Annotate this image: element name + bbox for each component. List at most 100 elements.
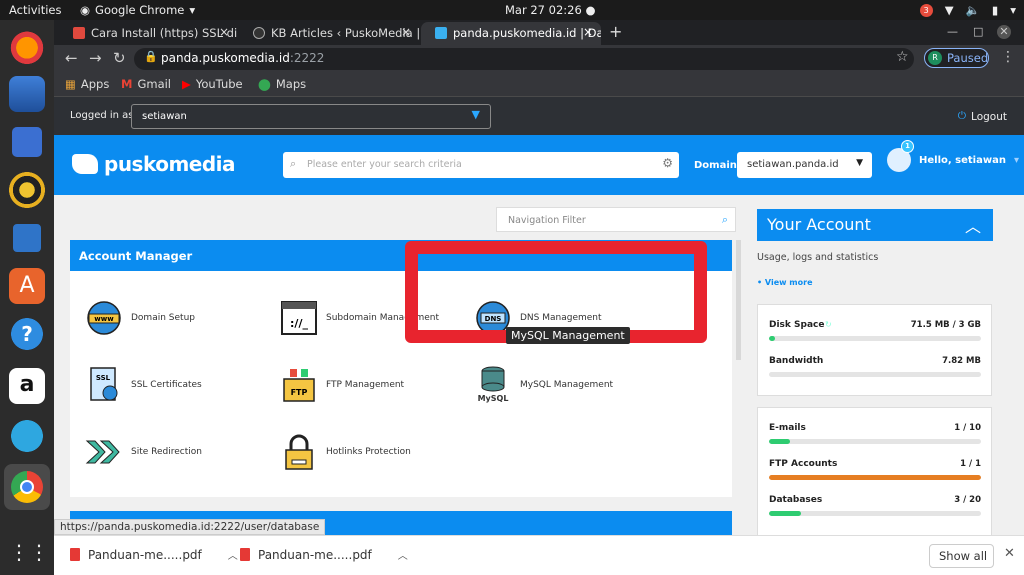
your-account-header[interactable]: Your Account ︿ (757, 209, 993, 241)
stat-bar-fill (769, 336, 776, 341)
gear-icon[interactable]: ⚙ (662, 156, 673, 170)
app-menu[interactable]: ◉ Google Chrome ▾ (80, 3, 195, 17)
app-name: Google Chrome (95, 3, 185, 17)
stat-label: E-mails (769, 423, 806, 433)
user-menu[interactable]: 1 Hello, setiawan ▾ (887, 140, 1019, 172)
search-input[interactable]: ⌕ Please enter your search criteria ⚙ (283, 152, 679, 178)
svg-text:MySQL: MySQL (478, 394, 509, 403)
your-account-subtitle: Usage, logs and statistics (757, 252, 879, 263)
minimize-button[interactable]: — (947, 25, 958, 38)
filter-placeholder: Navigation Filter (508, 215, 586, 226)
site-header: puskomedia ⌕ Please enter your search cri… (54, 135, 1024, 195)
chevron-up-icon[interactable]: ︿ (965, 213, 981, 237)
bookmark-youtube[interactable]: ▶ YouTube (182, 77, 243, 91)
stat-bar (769, 336, 981, 341)
tab-strip: Cara Install (https) SSL di × KB Articles… (54, 20, 1024, 45)
domain-select[interactable]: setiawan.panda.id ▼ (737, 152, 872, 178)
chevron-down-icon: ▼ (471, 108, 480, 121)
thunderbird-icon[interactable] (9, 76, 45, 112)
bookmark-apps[interactable]: ▦ Apps (65, 77, 109, 91)
download-item[interactable]: Panduan-me.....pdf ︿ (240, 547, 408, 562)
ssl-certificates-item[interactable]: SSL SSL Certificates (85, 366, 202, 404)
show-all-button[interactable]: Show all (929, 544, 994, 568)
padlock-icon (280, 433, 318, 471)
tab-ssl-article[interactable]: Cara Install (https) SSL di × (59, 22, 237, 45)
forward-button[interactable]: → (89, 49, 102, 67)
new-tab-button[interactable]: + (609, 22, 622, 41)
stat-bar (769, 439, 981, 444)
mysql-management-item[interactable]: MySQL MySQL Management (474, 366, 613, 404)
rhythmbox-icon[interactable] (9, 172, 45, 208)
logout-link[interactable]: ⏻ Logout (958, 110, 1007, 123)
back-button[interactable]: ← (65, 49, 78, 67)
domain-setup-item[interactable]: www Domain Setup (85, 299, 195, 337)
bookmark-label: YouTube (195, 77, 243, 91)
download-item[interactable]: Panduan-me.....pdf ︿ (70, 547, 238, 562)
user-select-value: setiawan (142, 111, 187, 122)
chevron-up-icon[interactable]: ︿ (398, 547, 408, 562)
user-select[interactable]: setiawan ▼ (131, 104, 491, 129)
logo[interactable]: puskomedia (72, 152, 236, 176)
files-icon[interactable] (9, 124, 45, 160)
telegram-icon[interactable] (9, 418, 45, 454)
navigation-filter-input[interactable]: Navigation Filter ⌕ (496, 207, 736, 232)
page-content: Logged in as setiawan ▼ ⏻ Logout puskomedi… (54, 97, 1024, 535)
site-redirection-item[interactable]: Site Redirection (85, 433, 202, 471)
help-icon[interactable]: ? (9, 316, 45, 352)
svg-text:://_: ://_ (290, 317, 308, 330)
login-bar: Logged in as setiawan ▼ ⏻ Logout (54, 97, 1024, 135)
avatar: R (928, 51, 942, 65)
wordpress-favicon (253, 27, 265, 39)
menu-icon[interactable]: ⋮ (1001, 49, 1015, 65)
download-filename: Panduan-me.....pdf (88, 547, 202, 562)
stat-bar (769, 511, 981, 516)
stat-bar (769, 372, 981, 377)
close-icon[interactable]: × (219, 25, 229, 39)
item-label: MySQL Management (520, 380, 614, 390)
bookmark-star-icon[interactable]: ☆ (896, 49, 909, 65)
bookmark-gmail[interactable]: M Gmail (121, 77, 171, 91)
url-port: :2222 (289, 51, 325, 65)
maximize-button[interactable]: □ (973, 25, 983, 38)
refresh-icon[interactable]: ↻ (825, 320, 832, 329)
close-icon[interactable]: ✕ (1004, 546, 1015, 561)
ftp-management-item[interactable]: FTP FTP Management (280, 366, 404, 404)
maps-pin-icon: ⬤ (258, 77, 271, 91)
profile-button[interactable]: R Paused (924, 48, 989, 68)
close-icon[interactable]: × (583, 25, 593, 39)
scrollbar[interactable] (736, 240, 741, 360)
close-window-button[interactable]: ✕ (997, 25, 1011, 39)
chrome-dock-item[interactable] (4, 464, 50, 510)
stat-value: 1 / 1 (960, 459, 981, 469)
bookmark-maps[interactable]: ⬤ Maps (258, 77, 306, 91)
directadmin-favicon (435, 27, 447, 39)
profile-status: Paused (947, 51, 989, 65)
stat-value: 7.82 MB (942, 356, 981, 366)
app-center-icon[interactable]: A (9, 268, 45, 304)
usage-card: Disk Space ↻ 71.5 MB / 3 GB Bandwidth 7.82 … (757, 304, 992, 396)
chevron-down-icon: ▾ (1010, 3, 1016, 17)
www-globe-icon: www (85, 299, 123, 337)
logout-label: Logout (971, 110, 1007, 123)
address-bar[interactable]: 🔒 panda.puskomedia.id:2222 (134, 48, 914, 70)
writer-icon[interactable] (9, 220, 45, 256)
stat-value: 71.5 MB / 3 GB (910, 320, 981, 330)
dock: A ? a ⋮⋮⋮ (0, 20, 69, 575)
system-tray[interactable]: 3 ▼ 🔈 ▮ ▾ (919, 3, 1016, 17)
search-icon: ⌕ (721, 213, 728, 226)
volume-icon: 🔈 (965, 3, 980, 17)
hotlinks-protection-item[interactable]: Hotlinks Protection (280, 433, 411, 471)
amazon-icon[interactable]: a (9, 368, 45, 404)
reload-button[interactable]: ↻ (113, 49, 126, 67)
close-icon[interactable]: × (401, 25, 411, 39)
firefox-icon[interactable] (9, 28, 45, 64)
show-apps-icon[interactable]: ⋮⋮⋮ (9, 534, 69, 570)
view-more-link[interactable]: • View more (757, 278, 813, 287)
clock[interactable]: Mar 27 02:26 ● (505, 3, 595, 17)
tab-kb-articles[interactable]: KB Articles ‹ PuskoMedia | × (239, 22, 419, 45)
svg-text:SSL: SSL (96, 374, 111, 382)
chevron-up-icon[interactable]: ︿ (228, 547, 238, 562)
activities-button[interactable]: Activities (9, 3, 61, 17)
stat-label: FTP Accounts (769, 459, 838, 469)
tab-panda[interactable]: panda.puskomedia.id | Da × (421, 22, 601, 45)
